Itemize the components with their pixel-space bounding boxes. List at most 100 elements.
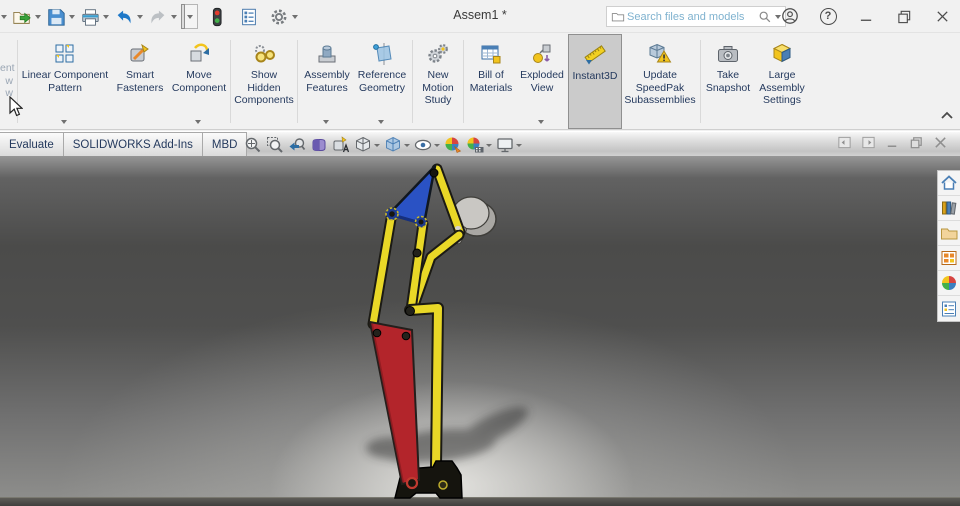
- file-properties-icon: [242, 8, 256, 25]
- apply-scene-icon: [467, 137, 484, 153]
- ribbon-button-take-snapshot[interactable]: Take Snapshot: [703, 34, 753, 129]
- file-properties-button[interactable]: [238, 5, 260, 29]
- ribbon-button-label: Take Snapshot: [705, 69, 751, 94]
- file-explorer-tab[interactable]: [938, 221, 960, 246]
- select-dropdown[interactable]: [185, 4, 198, 29]
- dropdown-caret[interactable]: [486, 143, 492, 147]
- dropdown-caret[interactable]: [434, 143, 440, 147]
- open-button[interactable]: [11, 5, 33, 29]
- search-box[interactable]: [606, 6, 786, 27]
- collapse-ribbon-chevron[interactable]: [940, 107, 954, 125]
- collapse-left-pane-button[interactable]: [837, 135, 852, 155]
- ribbon-button-move-component[interactable]: Move Component: [170, 34, 228, 129]
- display-style-button[interactable]: [384, 136, 410, 154]
- section-view-icon: [312, 139, 326, 151]
- red-link[interactable]: [368, 320, 421, 490]
- hide-show-items-button[interactable]: [414, 136, 440, 154]
- dropdown-caret[interactable]: [404, 143, 410, 147]
- doc-restore-button[interactable]: [909, 135, 924, 155]
- ribbon-button-assembly-features[interactable]: Assembly Features: [300, 34, 354, 129]
- doc-close-button[interactable]: [933, 135, 948, 155]
- dropdown-caret[interactable]: [516, 143, 522, 147]
- appearances-ball-icon: [942, 276, 956, 290]
- ribbon-button-update-speedpak-subassemblies[interactable]: Update SpeedPak Subassemblies: [622, 34, 698, 129]
- undo-button[interactable]: [113, 5, 135, 29]
- dropdown-caret[interactable]: [195, 120, 201, 124]
- options-button[interactable]: [268, 5, 290, 29]
- edit-appearance-button[interactable]: [444, 136, 462, 154]
- close-button[interactable]: [930, 4, 954, 28]
- ribbon-button-large-assembly-settings[interactable]: Large Assembly Settings: [753, 34, 811, 129]
- restore-icon: [897, 10, 910, 23]
- walking-linkage-model[interactable]: [340, 156, 560, 506]
- new-dropdown-caret[interactable]: [1, 14, 7, 19]
- save-dropdown-caret[interactable]: [69, 14, 75, 19]
- custom-properties-tab[interactable]: [938, 296, 960, 321]
- update-speedpak-icon: [648, 41, 672, 67]
- ribbon-button-reference-geometry[interactable]: Reference Geometry: [354, 34, 410, 129]
- appearances-scenes-tab[interactable]: [938, 271, 960, 296]
- ribbon-button-instant3d[interactable]: Instant3D: [568, 34, 622, 129]
- rebuild-button[interactable]: [206, 5, 228, 29]
- save-button[interactable]: [45, 5, 67, 29]
- close-icon: [936, 10, 948, 22]
- heads-up-view-toolbar: [244, 134, 522, 156]
- user-account-button[interactable]: [778, 4, 802, 28]
- collapse-right-pane-button[interactable]: [861, 135, 876, 155]
- apply-scene-button[interactable]: [466, 136, 492, 154]
- dropdown-caret[interactable]: [323, 120, 329, 124]
- zoom-to-area-button[interactable]: [266, 136, 284, 154]
- show-hidden-components-icon: [252, 41, 276, 67]
- tab-evaluate[interactable]: Evaluate: [0, 132, 64, 157]
- title-bar: Assem1 * ?: [0, 0, 960, 33]
- ribbon-button-label: ent w w: [0, 62, 15, 99]
- minimize-icon: [860, 19, 871, 21]
- help-button[interactable]: ?: [816, 4, 840, 28]
- previous-view-icon: [289, 138, 306, 151]
- blue-triangle-plate[interactable]: [385, 164, 439, 229]
- minimize-button[interactable]: [854, 4, 878, 28]
- redo-button[interactable]: [147, 5, 169, 29]
- ribbon-button-exploded-view[interactable]: Exploded View: [516, 34, 568, 129]
- graphics-viewport[interactable]: [0, 156, 960, 506]
- ribbon-button-smart-fasteners[interactable]: Smart Fasteners: [110, 34, 170, 129]
- ribbon-button-component-preview-clipped[interactable]: ent w w: [0, 34, 15, 129]
- solidworks-resources-tab[interactable]: [938, 171, 960, 196]
- command-tab-strip: Evaluate SOLIDWORKS Add-Ins MBD: [0, 131, 960, 157]
- ribbon-button-bill-of-materials[interactable]: Bill of Materials: [466, 34, 516, 129]
- eye-icon: [414, 139, 432, 151]
- print-button[interactable]: [79, 5, 101, 29]
- ribbon-button-show-hidden-components[interactable]: Show Hidden Components: [233, 34, 295, 129]
- ribbon-button-linear-component-pattern[interactable]: Linear Component Pattern: [20, 34, 110, 129]
- task-pane-tabs: [937, 170, 960, 322]
- restore-button[interactable]: [892, 4, 916, 28]
- print-dropdown-caret[interactable]: [103, 14, 109, 19]
- select-dropdown-caret[interactable]: [187, 14, 193, 19]
- view-palette-tab[interactable]: [938, 246, 960, 271]
- ribbon-button-label: Instant3D: [572, 70, 618, 82]
- options-dropdown-caret[interactable]: [292, 14, 298, 19]
- dropdown-caret[interactable]: [61, 120, 67, 124]
- search-icon[interactable]: [758, 10, 772, 24]
- ribbon-button-label: Linear Component Pattern: [21, 69, 109, 94]
- search-input[interactable]: [625, 9, 758, 24]
- doc-minimize-button[interactable]: [885, 135, 900, 155]
- design-library-tab[interactable]: [938, 196, 960, 221]
- dropdown-caret[interactable]: [538, 120, 544, 124]
- ribbon-button-new-motion-study[interactable]: New Motion Study: [415, 34, 461, 129]
- tab-solidworks-add-ins[interactable]: SOLIDWORKS Add-Ins: [63, 132, 203, 157]
- previous-view-button[interactable]: [288, 136, 306, 154]
- zoom-to-fit-button[interactable]: [244, 136, 262, 154]
- view-orientation-button[interactable]: [354, 136, 380, 154]
- redo-dropdown-caret[interactable]: [171, 14, 177, 19]
- dropdown-caret[interactable]: [374, 143, 380, 147]
- view-settings-button[interactable]: [496, 136, 522, 154]
- undo-dropdown-caret[interactable]: [137, 14, 143, 19]
- dynamic-annotation-views-button[interactable]: [332, 136, 350, 154]
- ribbon-button-label: Move Component: [171, 69, 227, 94]
- tab-mbd[interactable]: MBD: [202, 132, 248, 157]
- take-snapshot-icon: [716, 41, 740, 67]
- open-dropdown-caret[interactable]: [35, 14, 41, 19]
- section-view-button[interactable]: [310, 136, 328, 154]
- dropdown-caret[interactable]: [378, 120, 384, 124]
